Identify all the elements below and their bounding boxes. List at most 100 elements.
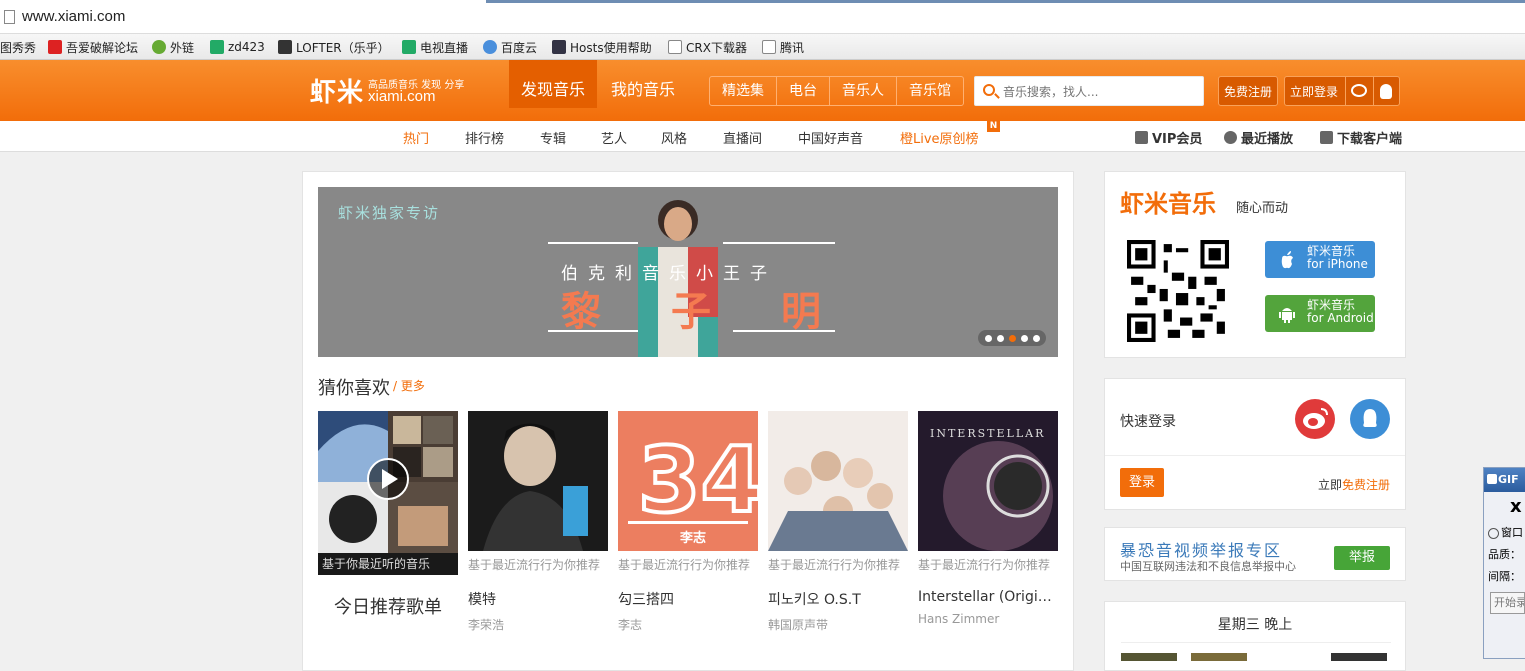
carousel-dot[interactable]	[1020, 334, 1028, 342]
divider	[1121, 642, 1391, 643]
weibo-icon[interactable]	[1351, 84, 1367, 97]
thumbnail[interactable]	[1191, 653, 1247, 661]
bookmark-icon	[552, 40, 566, 54]
bookmark-item[interactable]: zd423	[210, 38, 265, 56]
nav2-download[interactable]: 下载客户端	[1320, 128, 1402, 147]
gif-brand: x	[1510, 496, 1522, 517]
bookmark-item[interactable]: 腾讯	[762, 38, 804, 56]
bookmark-item[interactable]: Hosts使用帮助	[552, 38, 652, 56]
carousel-dot[interactable]	[984, 334, 992, 342]
subnav-library[interactable]: 音乐馆	[897, 77, 963, 105]
album-cover[interactable]	[768, 411, 908, 551]
qq-login-button[interactable]	[1350, 399, 1390, 439]
card-title[interactable]: 模特	[468, 589, 608, 609]
url-text[interactable]: www.xiami.com	[22, 8, 125, 25]
bookmark-item[interactable]: 电视直播	[402, 38, 468, 56]
weibo-login-button[interactable]	[1295, 399, 1335, 439]
radio-icon[interactable]	[1488, 527, 1499, 539]
divider	[1373, 77, 1374, 105]
album-card[interactable]: 基于最近流行行为你推荐 模特 李荣浩	[468, 411, 608, 633]
card-title[interactable]: 피노키오 O.S.T	[768, 589, 908, 609]
search-input[interactable]	[1003, 82, 1198, 102]
qq-icon[interactable]	[1380, 84, 1392, 99]
gif-window-option[interactable]: 窗口	[1484, 522, 1525, 544]
today-playlist-card[interactable]: 基于你最近听的音乐	[318, 411, 458, 575]
nav-discover-music[interactable]: 发现音乐	[509, 60, 598, 108]
bookmark-item[interactable]: CRX下载器	[668, 38, 747, 56]
report-subtitle: 中国互联网违法和不良信息举报中心	[1120, 560, 1296, 573]
subnav-musicians[interactable]: 音乐人	[830, 77, 897, 105]
carousel-dots	[978, 330, 1046, 346]
bookmark-item[interactable]: 百度云	[483, 38, 537, 56]
nav2-genres[interactable]: 风格	[661, 128, 687, 147]
carousel-dot[interactable]	[1032, 334, 1040, 342]
card-title[interactable]: Interstellar (Original...	[918, 589, 1058, 605]
schedule-box	[1104, 601, 1406, 671]
bookmark-label: CRX下载器	[686, 40, 747, 55]
album-cover[interactable]	[468, 411, 608, 551]
android-line2: for Android	[1307, 311, 1374, 325]
gif-start-button[interactable]: 开始录	[1490, 592, 1525, 614]
login-button[interactable]: 立即登录	[1290, 85, 1338, 99]
nav2-live-room[interactable]: 直播间	[723, 128, 762, 147]
album-cover[interactable]: 34 李志	[618, 411, 758, 551]
login-button[interactable]: 登录	[1120, 468, 1164, 497]
android-download-button[interactable]: 虾米音乐 for Android	[1265, 295, 1375, 332]
address-bar[interactable]: www.xiami.com	[0, 0, 1525, 34]
subnav-radio[interactable]: 电台	[777, 77, 830, 105]
carousel-dot[interactable]	[996, 334, 1004, 342]
more-link[interactable]: / 更多	[393, 377, 425, 394]
card-artist[interactable]: 李荣浩	[468, 616, 608, 633]
album-cover[interactable]: INTERSTELLAR	[918, 411, 1058, 551]
group-photo-cover	[768, 451, 908, 551]
bookmark-icon	[48, 40, 62, 54]
tab-strip-indicator	[486, 0, 1525, 3]
search-box[interactable]	[974, 76, 1204, 106]
bookmark-item[interactable]: 图秀秀	[0, 38, 36, 56]
iphone-download-button[interactable]: 虾米音乐 for iPhone	[1265, 241, 1375, 278]
nav-my-music[interactable]: 我的音乐	[599, 60, 687, 108]
card-artist[interactable]: Hans Zimmer	[918, 612, 1058, 626]
bookmark-item[interactable]: 吾爱破解论坛	[48, 38, 138, 56]
bookmark-label: zd423	[228, 40, 265, 54]
nav2-vip-label: VIP会员	[1152, 132, 1203, 147]
nav2-albums[interactable]: 专辑	[540, 128, 566, 147]
carousel-dot-active[interactable]	[1008, 334, 1016, 342]
nav2-voice-of-china[interactable]: 中国好声音	[798, 128, 863, 147]
register-link[interactable]: 免费注册	[1342, 478, 1390, 492]
thumbnail[interactable]	[1121, 653, 1177, 661]
vip-icon	[1135, 131, 1148, 144]
thumbnail[interactable]	[1331, 653, 1387, 661]
card-artist[interactable]: 韩国原声带	[768, 616, 908, 633]
card-title[interactable]: 勾三搭四	[618, 589, 758, 609]
bookmark-label: 电视直播	[420, 40, 469, 55]
bookmark-item[interactable]: 外链	[152, 38, 194, 56]
sub-nav: 精选集 电台 音乐人 音乐馆	[709, 76, 964, 106]
bookmark-label: 图秀秀	[0, 40, 37, 55]
card-artist[interactable]: 李志	[618, 616, 758, 633]
page-icon	[762, 40, 776, 54]
logo-domain: xiami.com	[368, 88, 436, 105]
album-card[interactable]: 34 李志 基于最近流行行为你推荐 勾三搭四 李志	[618, 411, 758, 633]
report-button[interactable]: 举报	[1334, 546, 1390, 570]
nav2-vip[interactable]: VIP会员	[1135, 128, 1202, 147]
hero-banner[interactable]: 虾米独家专访 伯克利音乐小王子 黎子明	[318, 187, 1058, 357]
gif-widget-header[interactable]: GIF	[1484, 468, 1525, 492]
nav2-hot[interactable]: 热门	[403, 128, 429, 147]
nav2-live-original[interactable]: 橙Live原创榜	[900, 128, 979, 147]
today-title[interactable]: 今日推荐歌单	[318, 593, 458, 619]
nav2-artists[interactable]: 艺人	[601, 128, 627, 147]
album-card[interactable]: 基于最近流行行为你推荐 피노키오 O.S.T 韩国原声带	[768, 411, 908, 633]
subnav-collections[interactable]: 精选集	[710, 77, 777, 105]
bookmark-item[interactable]: LOFTER（乐乎）	[278, 38, 390, 56]
banner-name: 黎子明	[561, 289, 891, 335]
collage-cover	[318, 411, 458, 553]
register-prefix: 立即	[1318, 478, 1343, 492]
nav2-charts[interactable]: 排行榜	[465, 128, 504, 147]
app-slogan: 随心而动	[1236, 201, 1289, 216]
site-logo[interactable]: 虾米 高品质音乐 发现 分享 xiami.com	[310, 72, 464, 109]
nav2-recent[interactable]: 最近播放	[1224, 128, 1293, 147]
register-button[interactable]: 免费注册	[1218, 76, 1279, 106]
bookmarks-bar: 图秀秀 吾爱破解论坛 外链 zd423 LOFTER（乐乎） 电视直播 百度云 …	[0, 34, 1525, 60]
album-card[interactable]: INTERSTELLAR 基于最近流行行为你推荐 Interstellar (O…	[918, 411, 1058, 626]
